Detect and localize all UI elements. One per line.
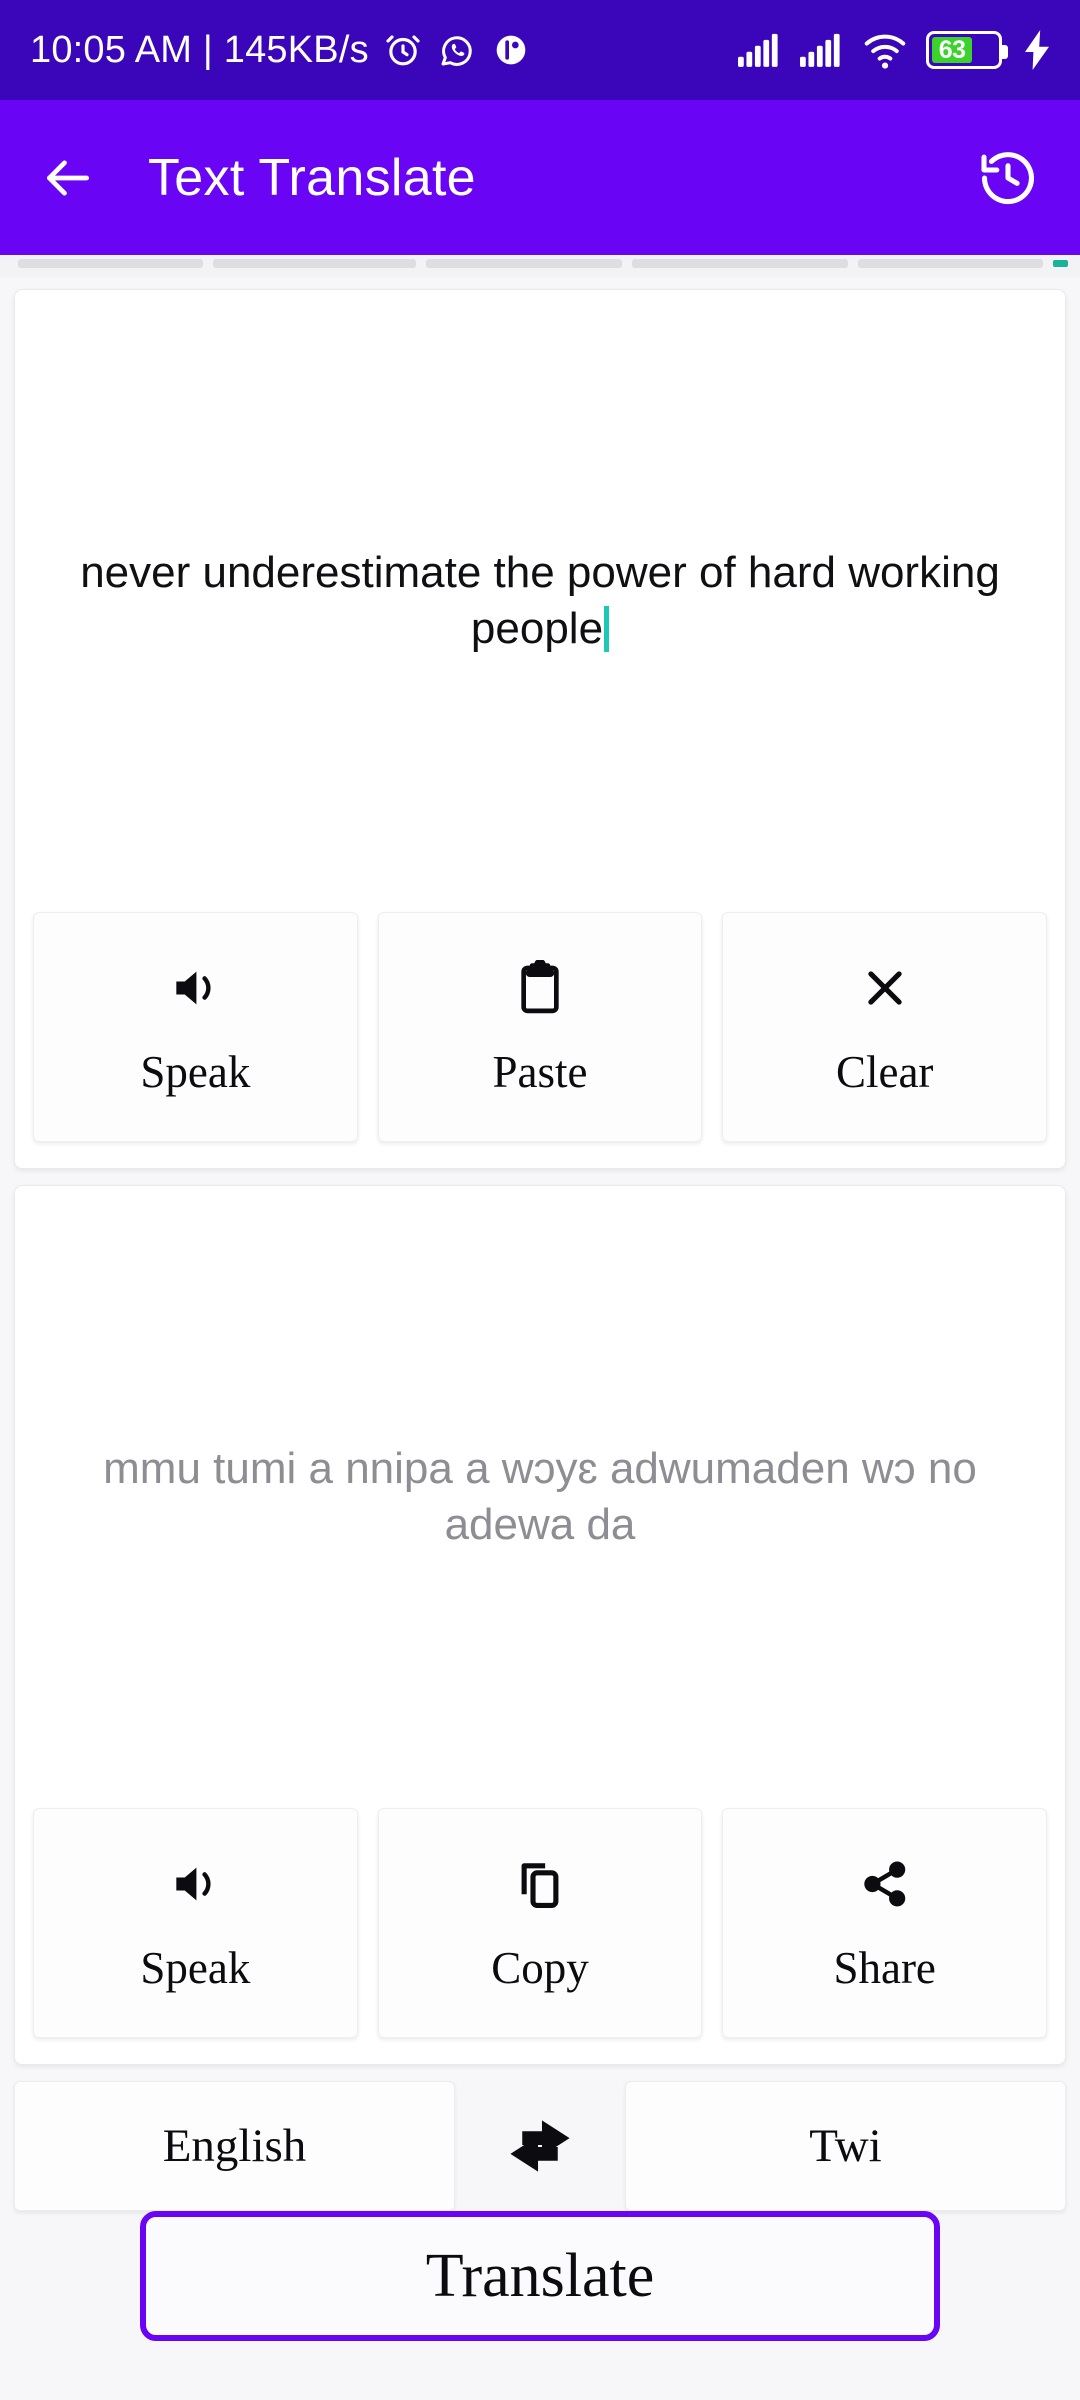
- volume-speaker-icon: [167, 956, 223, 1020]
- text-cursor: [604, 606, 610, 652]
- history-clock-icon[interactable]: [976, 146, 1040, 210]
- charging-bolt-icon: [1020, 30, 1054, 70]
- copy-button[interactable]: Copy: [377, 1808, 703, 2038]
- status-bar-clock-and-speed: 10:05 AM | 145KB/s: [30, 29, 369, 72]
- source-text-value: never underestimate the power of hard wo…: [80, 547, 1000, 653]
- copy-icon: [514, 1852, 566, 1916]
- status-bar: 10:05 AM | 145KB/s 63: [0, 0, 1080, 100]
- wifi-icon: [862, 31, 908, 69]
- placeholder-accent-mark: [1052, 260, 1069, 267]
- language-selector-row: English Twi: [14, 2081, 1066, 2211]
- share-nodes-icon: [858, 1852, 912, 1916]
- alarm-icon: [383, 30, 423, 70]
- target-language-selector[interactable]: Twi: [625, 2081, 1066, 2211]
- translation-actions-row: Speak Copy Share: [15, 1808, 1065, 2064]
- translated-text-value: mmu tumi a nnipa a wɔyɛ adwumaden wɔ no …: [103, 1443, 977, 1549]
- speak-translation-label: Speak: [140, 1943, 251, 1993]
- placeholder-bar: [18, 259, 203, 268]
- volume-speaker-icon: [167, 1852, 223, 1916]
- translated-text-area[interactable]: mmu tumi a nnipa a wɔyɛ adwumaden wɔ no …: [15, 1186, 1065, 1808]
- placeholder-banner-strip: [0, 255, 1080, 277]
- clear-button[interactable]: Clear: [722, 912, 1048, 1142]
- placeholder-bar: [631, 259, 849, 268]
- clipboard-icon: [514, 956, 566, 1020]
- phone-screen: 10:05 AM | 145KB/s 63 Text Translate nev…: [0, 0, 1080, 2400]
- translate-button-area: Translate: [14, 2211, 1066, 2400]
- status-bar-left: 10:05 AM | 145KB/s: [30, 29, 531, 72]
- battery-level-text: 63: [932, 36, 973, 64]
- status-bar-right: 63: [738, 30, 1054, 70]
- placeholder-bar: [858, 259, 1043, 268]
- source-actions-row: Speak Paste Clear: [15, 912, 1065, 1168]
- placeholder-bar: [425, 259, 622, 268]
- speak-source-button[interactable]: Speak: [33, 912, 358, 1142]
- main-content: never underestimate the power of hard wo…: [0, 277, 1080, 2400]
- whatsapp-icon: [437, 30, 477, 70]
- signal-1-icon: [738, 32, 782, 68]
- source-text-card: never underestimate the power of hard wo…: [14, 289, 1066, 1169]
- share-button[interactable]: Share: [722, 1808, 1048, 2038]
- placeholder-bar: [212, 259, 416, 268]
- source-language-label: English: [162, 2120, 307, 2172]
- app-icon: [491, 30, 531, 70]
- swap-horizontal-arrows-icon: [494, 2105, 586, 2187]
- paste-label: Paste: [492, 1047, 588, 1097]
- share-label: Share: [833, 1943, 936, 1993]
- app-bar: Text Translate: [0, 100, 1080, 255]
- status-network-speed: 145KB/s: [223, 28, 369, 71]
- close-x-icon: [859, 956, 911, 1020]
- target-language-label: Twi: [809, 2120, 882, 2172]
- speak-source-label: Speak: [140, 1047, 251, 1097]
- status-notification-icons: [383, 30, 531, 70]
- copy-label: Copy: [491, 1943, 589, 1993]
- translate-button[interactable]: Translate: [140, 2211, 940, 2341]
- speak-translation-button[interactable]: Speak: [33, 1808, 358, 2038]
- signal-2-icon: [800, 32, 844, 68]
- translate-button-label: Translate: [425, 2241, 655, 2310]
- battery-icon: 63: [926, 31, 1008, 69]
- translated-text-card: mmu tumi a nnipa a wɔyɛ adwumaden wɔ no …: [14, 1185, 1066, 2065]
- swap-languages-button[interactable]: [455, 2081, 625, 2211]
- status-separator: |: [192, 28, 224, 71]
- source-language-selector[interactable]: English: [14, 2081, 455, 2211]
- paste-button[interactable]: Paste: [377, 912, 703, 1142]
- page-title: Text Translate: [148, 148, 476, 207]
- source-text-input[interactable]: never underestimate the power of hard wo…: [15, 290, 1065, 912]
- status-time: 10:05 AM: [30, 28, 193, 71]
- source-text-value-wrapper: never underestimate the power of hard wo…: [71, 545, 1009, 658]
- clear-label: Clear: [835, 1047, 934, 1097]
- arrow-left-icon[interactable]: [40, 150, 96, 206]
